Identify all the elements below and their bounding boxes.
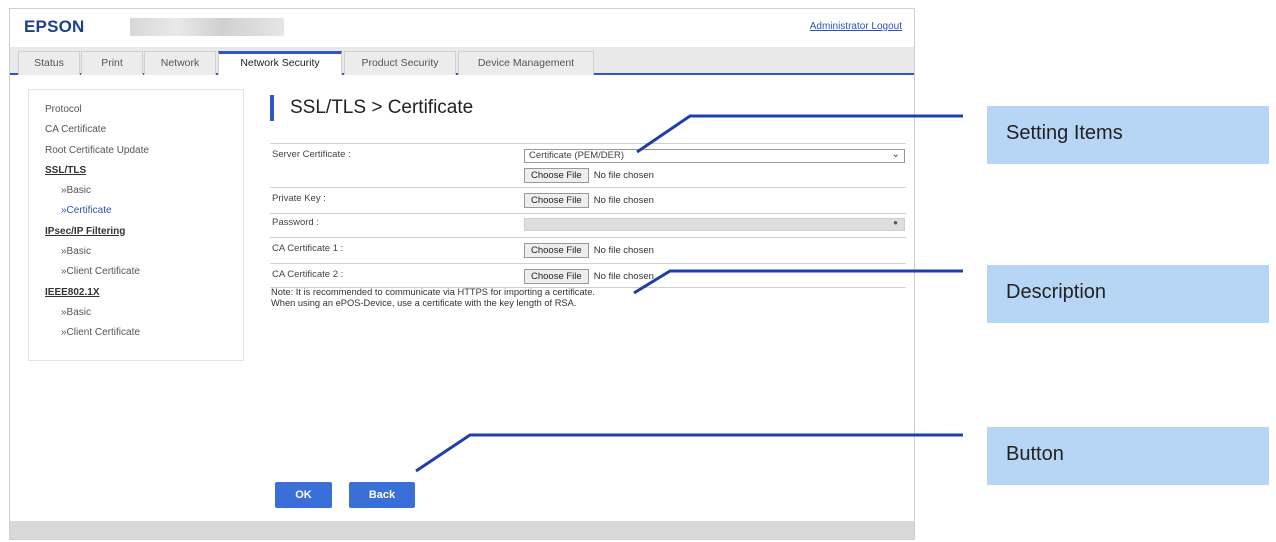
callout-description: Description — [987, 265, 1269, 323]
callout-setting-items-label: Setting Items — [1006, 122, 1123, 144]
callout-button-label: Button — [1006, 443, 1064, 465]
callout-setting-items: Setting Items — [987, 106, 1269, 164]
button-connector-line — [415, 433, 963, 473]
setting-items-connector-line — [636, 114, 963, 154]
description-connector-line — [633, 269, 963, 295]
callout-description-label: Description — [1006, 281, 1107, 303]
callout-button: Button — [987, 427, 1269, 485]
